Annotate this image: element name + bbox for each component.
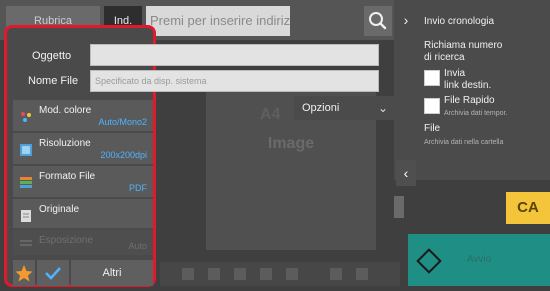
search-button[interactable] [364, 6, 392, 36]
preview-toolbar [160, 262, 400, 286]
right-panel: › Invio cronologia Richiama numero di ri… [394, 0, 550, 180]
favorite-button[interactable] [13, 260, 35, 286]
option-title: Risoluzione [39, 138, 91, 149]
start-label: Avvio [466, 254, 492, 265]
exposure-icon [20, 240, 32, 246]
others-label: Altri [102, 267, 122, 279]
others-button[interactable]: Altri [71, 260, 153, 286]
grid-icon[interactable] [286, 268, 298, 280]
recall-search-number-item[interactable]: Richiama numero di ricerca [424, 40, 502, 64]
options-label: Opzioni [302, 102, 340, 114]
chevron-right-icon[interactable]: › [394, 0, 418, 40]
side-handle[interactable] [394, 196, 404, 218]
option-title: Esposizione [39, 235, 93, 246]
subject-label: Oggetto [32, 50, 72, 62]
option-value: 200x200dpi [100, 150, 147, 160]
preview-image-label: Image [267, 135, 315, 152]
option-title: Formato File [39, 171, 96, 182]
option-file-format[interactable]: Formato File PDF [13, 166, 153, 198]
send-history-item[interactable]: Invio cronologia [424, 16, 494, 28]
options-dropdown[interactable]: Opzioni ⌄ [294, 96, 394, 120]
chevron-left-icon[interactable]: ‹ [396, 160, 416, 186]
option-value: PDF [129, 183, 147, 193]
quick-file-label: File Rapido [444, 95, 495, 106]
send-link-checkbox[interactable] [424, 70, 440, 86]
preview-icon[interactable] [330, 268, 342, 280]
option-original[interactable]: Originale [13, 199, 153, 229]
page-icon[interactable] [260, 268, 272, 280]
scroll-down-icon[interactable] [356, 268, 368, 280]
confirm-button[interactable] [37, 260, 69, 286]
rotate-icon[interactable] [182, 268, 194, 280]
chevron-down-icon: ⌄ [377, 101, 388, 115]
send-link-label: Invia link destin. [444, 68, 492, 91]
option-color-mode[interactable]: Mod. colore Auto/Mono2 [13, 100, 153, 132]
original-icon [21, 210, 31, 222]
filename-label: Nome File [28, 75, 79, 87]
file-item[interactable]: File [424, 123, 440, 135]
option-resolution[interactable]: Risoluzione 200x200dpi [13, 133, 153, 165]
option-title: Originale [39, 204, 80, 215]
file-sub: Archivia dati nella cartella [424, 139, 504, 146]
start-button[interactable]: Avvio [408, 234, 550, 286]
settings-panel: Oggetto Nome File Specificato da disp. s… [4, 25, 379, 287]
search-icon [369, 12, 387, 30]
option-exposure: Esposizione Auto [13, 230, 153, 256]
clear-all-button[interactable]: CA [506, 192, 550, 224]
file-format-icon [20, 177, 32, 188]
star-icon [15, 265, 33, 282]
resolution-icon [20, 144, 32, 156]
address-input[interactable]: Premi per inserire indirizzo [146, 6, 290, 36]
option-value: Auto/Mono2 [98, 117, 147, 127]
panel-bottom-bar: Altri [13, 260, 153, 286]
subject-input[interactable] [90, 44, 379, 66]
option-title: Mod. colore [39, 105, 92, 116]
checkmark-icon [45, 267, 61, 280]
preview-size-label: A4 [260, 106, 281, 123]
zoom-in-icon[interactable] [234, 268, 246, 280]
option-value: Auto [128, 241, 147, 251]
quick-file-checkbox[interactable] [424, 98, 440, 114]
zoom-out-icon[interactable] [208, 268, 220, 280]
quick-file-sub: Archivia dati tempor. [444, 110, 508, 117]
color-mode-icon [21, 112, 31, 122]
filename-input[interactable]: Specificato da disp. sistema [90, 70, 379, 92]
